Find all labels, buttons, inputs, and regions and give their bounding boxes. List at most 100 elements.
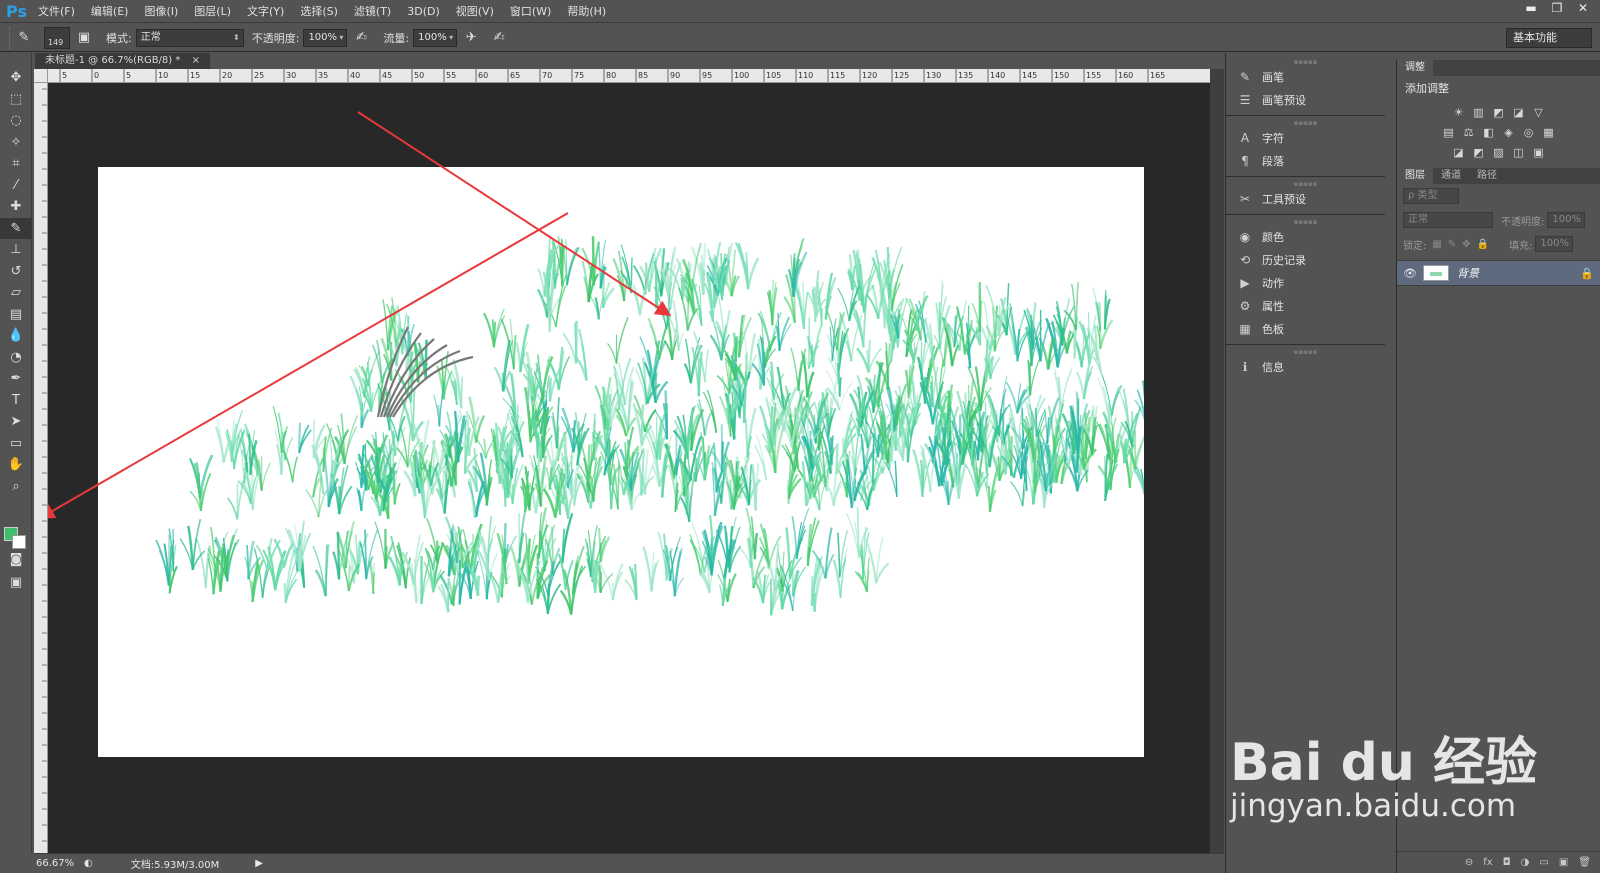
adjustment-icon[interactable]: ▨ <box>1492 146 1506 160</box>
minimize-button[interactable]: ▬ <box>1518 0 1544 18</box>
menu-item[interactable]: 帮助(H) <box>559 0 614 23</box>
adjustment-icon[interactable]: ◪ <box>1512 106 1526 120</box>
brush-panel-toggle-icon[interactable]: ▣ <box>73 27 95 49</box>
layer-name[interactable]: 背景 <box>1457 265 1479 281</box>
close-tab-icon[interactable]: × <box>192 55 200 66</box>
workspace-select[interactable]: 基本功能 <box>1506 28 1592 48</box>
dock-item[interactable]: ▶ 动作 <box>1226 271 1385 294</box>
color-icon: ◉ <box>1239 229 1251 244</box>
menu-item[interactable]: 文件(F) <box>30 0 83 23</box>
healing-brush-tool-icon[interactable]: ✚ <box>0 196 32 218</box>
ruler-origin[interactable] <box>34 69 48 83</box>
layers-footer-icon[interactable]: 🗑 <box>1578 857 1591 868</box>
menu-item[interactable]: 文字(Y) <box>239 0 292 23</box>
tab-adjustments[interactable]: 调整 <box>1397 60 1433 76</box>
airbrush-icon[interactable]: ✈ <box>460 27 482 49</box>
mode-select[interactable]: 正常 ⬍ <box>135 28 244 47</box>
dock-item[interactable]: ◉ 颜色 <box>1226 225 1385 248</box>
layer-filter-select[interactable]: ρ 类型 <box>1403 188 1459 204</box>
dock-item[interactable]: ℹ 信息 <box>1226 355 1385 378</box>
dock-separator <box>1226 344 1385 345</box>
path-select-tool-icon[interactable]: ➤ <box>0 411 32 433</box>
dock-item[interactable]: A 字符 <box>1226 126 1385 149</box>
zoom-tool-icon[interactable]: ⌕ <box>0 476 32 498</box>
pen-tool-icon[interactable]: ✒ <box>0 368 32 390</box>
zoom-level[interactable]: 66.67% <box>36 858 76 869</box>
layers-tab[interactable]: 通道 <box>1433 168 1469 184</box>
screen-mode-icon[interactable]: ▣ <box>0 572 32 594</box>
adjustment-icon[interactable]: ◈ <box>1502 126 1516 140</box>
dock-item[interactable]: ⟲ 历史记录 <box>1226 248 1385 271</box>
visibility-eye-icon[interactable]: 👁 <box>1403 267 1417 280</box>
vertical-scrollbar[interactable] <box>1210 69 1224 853</box>
adjustment-icon[interactable]: ⚖ <box>1462 126 1476 140</box>
dock-item[interactable]: ¶ 段落 <box>1226 149 1385 172</box>
lasso-tool-icon[interactable]: ◌ <box>0 110 32 132</box>
ruler-label: 160 <box>1118 71 1133 80</box>
pressure-opacity-icon[interactable]: ✍ <box>350 27 372 49</box>
blend-mode-select[interactable]: 正常 <box>1403 212 1493 228</box>
gradient-tool-icon[interactable]: ▤ <box>0 304 32 326</box>
brush-tool-icon[interactable]: ✎ <box>0 217 32 239</box>
adjustment-icon[interactable]: ◩ <box>1472 146 1486 160</box>
menu-item[interactable]: 编辑(E) <box>83 0 137 23</box>
dock-item[interactable]: ▦ 色板 <box>1226 317 1385 340</box>
canvas-area[interactable] <box>48 83 1210 853</box>
layer-opacity-input[interactable]: 100% <box>1547 212 1586 228</box>
quick-mask-icon[interactable]: ◙ <box>0 549 32 571</box>
opacity-input[interactable]: 100% ▾ <box>303 28 348 47</box>
status-menu-arrow-icon[interactable]: ▶ <box>255 858 263 869</box>
dock-item[interactable]: ✎ 画笔 <box>1226 65 1385 88</box>
adjustment-icon[interactable]: ◩ <box>1492 106 1506 120</box>
dock-item[interactable]: ⚙ 属性 <box>1226 294 1385 317</box>
pressure-size-icon[interactable]: ✍ <box>488 27 510 49</box>
clone-stamp-tool-icon[interactable]: ⊥ <box>0 239 32 261</box>
adjustment-icon[interactable]: ▽ <box>1532 106 1546 120</box>
adjustment-icon[interactable]: ▦ <box>1542 126 1556 140</box>
fill-input[interactable]: 100% <box>1535 236 1574 252</box>
layers-tab[interactable]: 路径 <box>1469 168 1505 184</box>
lock-icons[interactable]: ▦✎✥🔒 <box>1432 239 1495 250</box>
adjustment-icon[interactable]: ◧ <box>1482 126 1496 140</box>
actions-icon: ▶ <box>1240 275 1250 290</box>
brush-size-picker[interactable]: 149 <box>44 26 70 49</box>
menu-item[interactable]: 选择(S) <box>292 0 346 23</box>
dock-item[interactable]: ✂ 工具预设 <box>1226 187 1385 210</box>
blur-tool-icon[interactable]: 💧 <box>0 325 32 347</box>
menu-item[interactable]: 3D(D) <box>399 0 448 23</box>
layer-row-background[interactable]: 👁 背景 🔒 <box>1397 260 1600 286</box>
adjustment-icon[interactable]: ☀ <box>1452 106 1466 120</box>
background-color-swatch[interactable] <box>12 535 26 549</box>
dock-item[interactable]: ☰ 画笔预设 <box>1226 88 1385 111</box>
status-info-icon[interactable]: ◐ <box>84 858 93 869</box>
move-tool-icon[interactable]: ✥ <box>0 67 32 89</box>
flow-input[interactable]: 100% ▾ <box>413 28 458 47</box>
adjustment-icon[interactable]: ▥ <box>1472 106 1486 120</box>
menu-item[interactable]: 窗口(W) <box>502 0 559 23</box>
document-tab[interactable]: 未标题-1 @ 66.7%(RGB/8) * × <box>35 53 210 69</box>
type-tool-icon[interactable]: T <box>0 390 32 412</box>
menu-item[interactable]: 图像(I) <box>136 0 186 23</box>
shape-tool-icon[interactable]: ▭ <box>0 433 32 455</box>
dodge-tool-icon[interactable]: ◔ <box>0 347 32 369</box>
history-brush-tool-icon[interactable]: ↺ <box>0 261 32 283</box>
menu-item[interactable]: 图层(L) <box>186 0 239 23</box>
eraser-tool-icon[interactable]: ▱ <box>0 282 32 304</box>
brush-tool-icon[interactable]: ✎ <box>13 27 35 49</box>
adjustment-icon[interactable]: ◎ <box>1522 126 1536 140</box>
hand-tool-icon[interactable]: ✋ <box>0 454 32 476</box>
adjustment-icon[interactable]: ▣ <box>1532 146 1546 160</box>
adjustment-icon[interactable]: ◫ <box>1512 146 1526 160</box>
close-button[interactable]: ✕ <box>1570 0 1596 18</box>
tools-panel: ✥ ⬚ ◌ ✧ ⌗ ⁄ ✚ ✎ ⊥ ↺ ▱ ▤ 💧 ◔ ✒ T ➤ ▭ ✋ ⌕ … <box>0 53 32 852</box>
crop-tool-icon[interactable]: ⌗ <box>0 153 32 175</box>
adjustment-icon[interactable]: ▤ <box>1442 126 1456 140</box>
eyedropper-tool-icon[interactable]: ⁄ <box>0 175 32 197</box>
quick-select-tool-icon[interactable]: ✧ <box>0 132 32 154</box>
marquee-tool-icon[interactable]: ⬚ <box>0 89 32 111</box>
menu-item[interactable]: 滤镜(T) <box>346 0 399 23</box>
menu-item[interactable]: 视图(V) <box>448 0 502 23</box>
restore-button[interactable]: ❐ <box>1544 0 1570 18</box>
layers-tab[interactable]: 图层 <box>1397 168 1433 184</box>
adjustment-icon[interactable]: ◪ <box>1452 146 1466 160</box>
